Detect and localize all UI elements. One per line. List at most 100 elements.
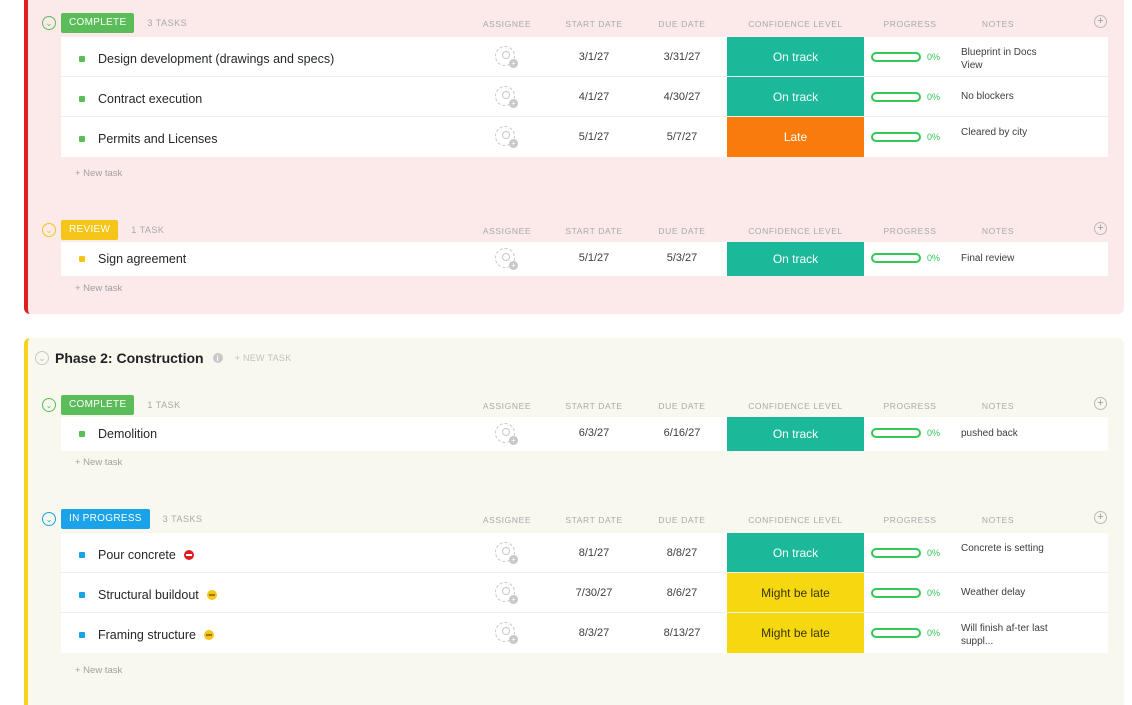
column-header-due-date[interactable]: DUE DATE <box>642 515 722 525</box>
column-header-start-date[interactable]: START DATE <box>554 401 634 411</box>
task-row[interactable]: Permits and Licenses + 5/1/27 5/7/27 Lat… <box>61 117 1108 157</box>
due-date[interactable]: 5/7/27 <box>642 131 722 143</box>
status-square-icon[interactable] <box>79 96 85 102</box>
column-header-due-date[interactable]: DUE DATE <box>642 401 722 411</box>
phase-new-task-button[interactable]: + NEW TASK <box>235 353 292 363</box>
column-header-notes[interactable]: NOTES <box>958 515 1038 525</box>
due-date[interactable]: 4/30/27 <box>642 91 722 103</box>
column-header-start-date[interactable]: START DATE <box>554 19 634 29</box>
confidence-level[interactable]: On track <box>727 533 864 572</box>
progress-indicator[interactable]: 0% <box>871 428 940 438</box>
status-badge[interactable]: COMPLETE <box>61 395 135 415</box>
start-date[interactable]: 4/1/27 <box>554 91 634 103</box>
column-header-assignee[interactable]: ASSIGNEE <box>472 515 542 525</box>
add-column-icon[interactable]: + <box>1094 222 1107 235</box>
due-date[interactable]: 3/31/27 <box>642 51 722 63</box>
confidence-level[interactable]: Might be late <box>727 613 864 653</box>
status-square-icon[interactable] <box>79 431 85 437</box>
column-header-progress[interactable]: PROGRESS <box>870 19 950 29</box>
confidence-level[interactable]: On track <box>727 242 864 276</box>
collapse-chevron-icon[interactable]: ⌄ <box>35 351 49 365</box>
confidence-level[interactable]: On track <box>727 77 864 116</box>
column-header-confidence[interactable]: CONFIDENCE LEVEL <box>727 226 864 236</box>
task-notes[interactable]: pushed back <box>961 428 1051 441</box>
column-header-notes[interactable]: NOTES <box>958 19 1038 29</box>
new-task-button[interactable]: + New task <box>75 457 122 468</box>
confidence-level[interactable]: On track <box>727 37 864 76</box>
task-notes[interactable]: No blockers <box>961 91 1051 104</box>
column-header-start-date[interactable]: START DATE <box>554 226 634 236</box>
add-column-icon[interactable]: + <box>1094 511 1107 524</box>
task-name[interactable]: Demolition <box>98 427 157 441</box>
new-task-button[interactable]: + New task <box>75 283 122 294</box>
task-row[interactable]: Structural buildout + 7/30/27 8/6/27 Mig… <box>61 573 1108 613</box>
due-date[interactable]: 8/8/27 <box>642 547 722 559</box>
add-assignee-icon[interactable]: + <box>495 622 518 644</box>
column-header-confidence[interactable]: CONFIDENCE LEVEL <box>727 515 864 525</box>
info-icon[interactable]: i <box>212 353 223 363</box>
add-assignee-icon[interactable]: + <box>495 248 518 270</box>
task-name[interactable]: Permits and Licenses <box>98 132 218 146</box>
start-date[interactable]: 5/1/27 <box>554 131 634 143</box>
column-header-progress[interactable]: PROGRESS <box>870 515 950 525</box>
progress-indicator[interactable]: 0% <box>871 253 940 263</box>
task-name[interactable]: Framing structure <box>98 628 214 642</box>
status-square-icon[interactable] <box>79 56 85 62</box>
task-notes[interactable]: Blueprint in Docs View <box>961 47 1051 72</box>
status-square-icon[interactable] <box>79 136 85 142</box>
task-notes[interactable]: Weather delay <box>961 587 1051 600</box>
status-square-icon[interactable] <box>79 592 85 598</box>
start-date[interactable]: 7/30/27 <box>554 587 634 599</box>
new-task-button[interactable]: + New task <box>75 665 122 676</box>
task-name[interactable]: Design development (drawings and specs) <box>98 52 334 66</box>
task-notes[interactable]: Cleared by city <box>961 127 1051 140</box>
task-row[interactable]: Design development (drawings and specs) … <box>61 37 1108 77</box>
due-date[interactable]: 8/6/27 <box>642 587 722 599</box>
start-date[interactable]: 8/1/27 <box>554 547 634 559</box>
task-name[interactable]: Sign agreement <box>98 252 186 266</box>
start-date[interactable]: 6/3/27 <box>554 427 634 439</box>
start-date[interactable]: 5/1/27 <box>554 252 634 264</box>
task-notes[interactable]: Will finish af-ter last suppl... <box>961 623 1051 648</box>
progress-indicator[interactable]: 0% <box>871 588 940 598</box>
progress-indicator[interactable]: 0% <box>871 52 940 62</box>
status-square-icon[interactable] <box>79 552 85 558</box>
column-header-notes[interactable]: NOTES <box>958 226 1038 236</box>
add-assignee-icon[interactable]: + <box>495 582 518 604</box>
column-header-due-date[interactable]: DUE DATE <box>642 226 722 236</box>
column-header-confidence[interactable]: CONFIDENCE LEVEL <box>727 19 864 29</box>
task-notes[interactable]: Concrete is setting <box>961 543 1051 556</box>
column-header-progress[interactable]: PROGRESS <box>870 226 950 236</box>
task-name[interactable]: Structural buildout <box>98 588 217 602</box>
start-date[interactable]: 8/3/27 <box>554 627 634 639</box>
status-badge[interactable]: COMPLETE <box>61 13 135 33</box>
column-header-confidence[interactable]: CONFIDENCE LEVEL <box>727 401 864 411</box>
column-header-notes[interactable]: NOTES <box>958 401 1038 411</box>
new-task-button[interactable]: + New task <box>75 168 122 179</box>
progress-indicator[interactable]: 0% <box>871 132 940 142</box>
start-date[interactable]: 3/1/27 <box>554 51 634 63</box>
group-collapse-icon[interactable]: ⌄ <box>42 16 56 30</box>
progress-indicator[interactable]: 0% <box>871 548 940 558</box>
confidence-level[interactable]: Late <box>727 117 864 157</box>
due-date[interactable]: 6/16/27 <box>642 427 722 439</box>
column-header-due-date[interactable]: DUE DATE <box>642 19 722 29</box>
add-assignee-icon[interactable]: + <box>495 423 518 445</box>
add-assignee-icon[interactable]: + <box>495 126 518 148</box>
status-badge[interactable]: IN PROGRESS <box>61 509 150 529</box>
group-collapse-icon[interactable]: ⌄ <box>42 398 56 412</box>
add-column-icon[interactable]: + <box>1094 397 1107 410</box>
add-assignee-icon[interactable]: + <box>495 542 518 564</box>
add-assignee-icon[interactable]: + <box>495 86 518 108</box>
group-collapse-icon[interactable]: ⌄ <box>42 223 56 237</box>
task-name[interactable]: Contract execution <box>98 92 202 106</box>
task-name[interactable]: Pour concrete <box>98 548 194 562</box>
column-header-progress[interactable]: PROGRESS <box>870 401 950 411</box>
progress-indicator[interactable]: 0% <box>871 92 940 102</box>
add-column-icon[interactable]: + <box>1094 15 1107 28</box>
confidence-level[interactable]: On track <box>727 417 864 451</box>
column-header-assignee[interactable]: ASSIGNEE <box>472 226 542 236</box>
progress-indicator[interactable]: 0% <box>871 628 940 638</box>
column-header-start-date[interactable]: START DATE <box>554 515 634 525</box>
task-row[interactable]: Sign agreement + 5/1/27 5/3/27 On track … <box>61 242 1108 276</box>
